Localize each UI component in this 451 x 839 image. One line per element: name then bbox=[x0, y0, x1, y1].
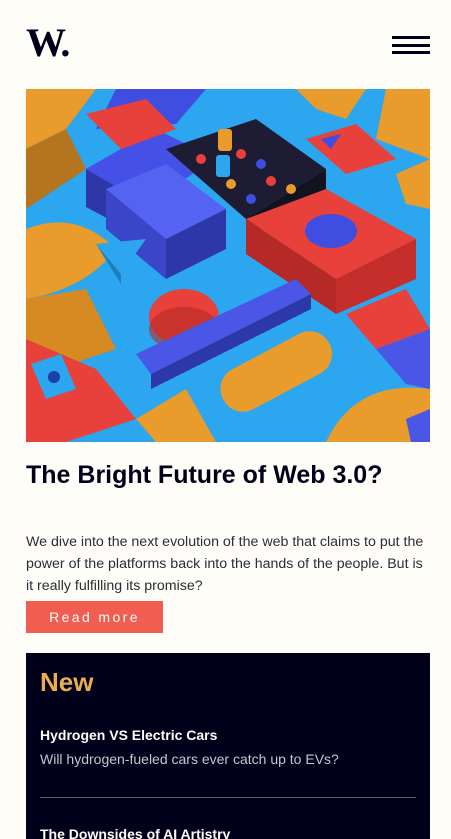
news-item[interactable]: Hydrogen VS Electric Cars Will hydrogen-… bbox=[40, 727, 416, 767]
menu-bar bbox=[392, 43, 430, 47]
new-section-heading: New bbox=[40, 667, 94, 697]
site-logo[interactable]: W. bbox=[26, 23, 70, 63]
site-header: W. bbox=[26, 23, 430, 63]
menu-bar bbox=[392, 36, 430, 39]
news-item-title[interactable]: The Downsides of AI Artistry bbox=[40, 826, 416, 839]
hero-illustration bbox=[26, 89, 430, 442]
news-divider bbox=[40, 797, 416, 798]
article-description: We dive into the next evolution of the w… bbox=[26, 534, 424, 594]
hamburger-menu-icon[interactable] bbox=[392, 36, 430, 54]
article-title: The Bright Future of Web 3.0? bbox=[26, 461, 383, 489]
news-item-title[interactable]: Hydrogen VS Electric Cars bbox=[40, 727, 416, 743]
hero-image bbox=[26, 89, 430, 442]
news-item-subtitle: Will hydrogen-fueled cars ever catch up … bbox=[40, 751, 339, 767]
read-more-button[interactable]: Read more bbox=[26, 601, 163, 633]
new-section: New Hydrogen VS Electric Cars Will hydro… bbox=[26, 653, 430, 839]
menu-bar bbox=[392, 51, 430, 54]
news-item[interactable]: The Downsides of AI Artistry bbox=[40, 826, 416, 839]
